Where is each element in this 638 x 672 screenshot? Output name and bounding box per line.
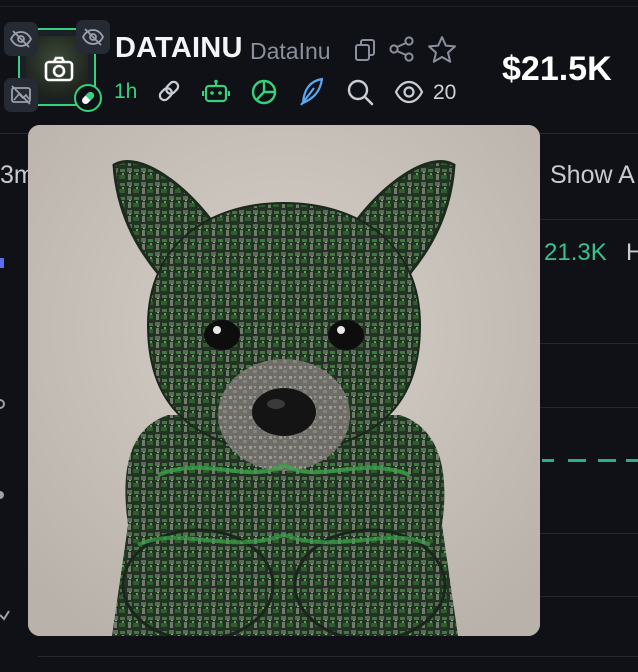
chart-dash — [542, 459, 554, 462]
image-off-icon — [11, 85, 31, 105]
bot-icon[interactable] — [202, 79, 230, 105]
feather-icon[interactable] — [298, 77, 326, 107]
divider — [540, 407, 638, 408]
token-age: 1h — [114, 80, 138, 103]
view-count: 20 — [433, 81, 457, 104]
row-suffix: H — [626, 239, 638, 266]
divider — [38, 656, 638, 657]
chart-dash — [568, 459, 586, 462]
search-icon[interactable] — [346, 78, 374, 106]
divider — [540, 596, 638, 597]
pill-icon — [82, 92, 94, 104]
hide-icon-button[interactable] — [4, 22, 38, 56]
show-all-button[interactable]: Show A — [550, 161, 635, 190]
eye-off-icon — [82, 28, 104, 46]
chart-dash — [626, 459, 638, 462]
hide-image-button[interactable] — [4, 78, 38, 112]
row-value: 21.3K — [544, 239, 607, 266]
divider — [540, 219, 638, 220]
star-icon[interactable] — [427, 35, 457, 65]
check-icon — [0, 610, 10, 621]
camera-icon — [44, 56, 74, 82]
left-glyph — [0, 491, 4, 499]
circuit-dog-image — [28, 125, 540, 636]
eye-off-icon — [10, 30, 32, 48]
token-image-preview — [28, 125, 540, 636]
link-icon[interactable] — [156, 78, 182, 104]
token-name: DataInu — [250, 38, 331, 64]
share-icon[interactable] — [389, 36, 415, 62]
pill-badge[interactable] — [74, 84, 102, 112]
left-marker — [0, 258, 4, 268]
top-divider — [0, 0, 638, 7]
hide-icon-button-2[interactable] — [76, 20, 110, 54]
chart-dash — [598, 459, 616, 462]
eye-icon — [394, 80, 424, 104]
divider — [540, 533, 638, 534]
market-cap: $21.5K — [502, 50, 612, 88]
pie-chart-icon[interactable] — [250, 78, 278, 106]
left-glyph — [0, 399, 5, 409]
divider — [540, 343, 638, 344]
token-symbol: DATAINU — [115, 32, 243, 64]
copy-icon[interactable] — [354, 38, 376, 62]
